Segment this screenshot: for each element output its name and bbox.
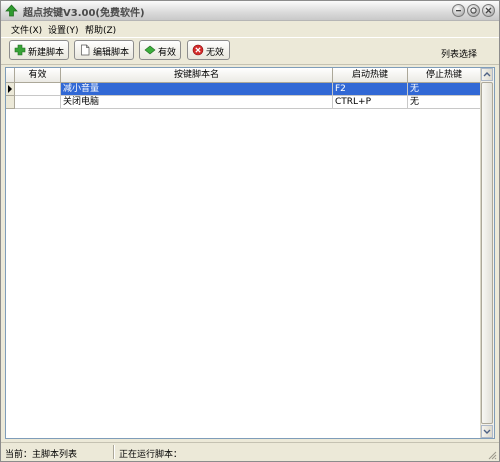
minimize-button[interactable] — [452, 4, 465, 17]
vertical-scrollbar[interactable] — [480, 68, 494, 438]
maximize-button[interactable] — [467, 4, 480, 17]
minimize-icon — [456, 10, 461, 12]
resize-grip-icon[interactable] — [487, 450, 497, 460]
cell-stop-hotkey[interactable]: 无 — [408, 96, 481, 109]
close-button[interactable] — [482, 4, 495, 17]
green-diamond-icon — [144, 45, 156, 55]
header-start-hotkey[interactable]: 启动热键 — [333, 68, 408, 82]
cell-script-name[interactable]: 减小音量 — [61, 83, 333, 96]
scroll-thumb[interactable] — [481, 82, 493, 424]
status-divider — [113, 445, 115, 459]
cell-start-hotkey[interactable]: F2 — [333, 83, 408, 96]
disable-button[interactable]: 无效 — [187, 40, 230, 60]
close-icon — [485, 7, 492, 14]
row-indicator — [6, 83, 15, 96]
cell-enabled[interactable] — [15, 83, 61, 96]
table-row[interactable]: 关闭电脑 CTRL+P 无 — [6, 96, 481, 109]
menu-help[interactable]: 帮助(Z) — [85, 23, 116, 36]
header-script-name[interactable]: 按键脚本名 — [61, 68, 333, 82]
title-bar[interactable]: 超点按键V3.00(免费软件) — [1, 1, 499, 21]
current-row-arrow-icon — [8, 85, 12, 93]
menu-bar: 文件(X) 设置(Y) 帮助(Z) — [1, 21, 499, 36]
header-enabled[interactable]: 有效 — [15, 68, 61, 82]
scroll-down-button[interactable] — [481, 425, 493, 438]
cell-stop-hotkey[interactable]: 无 — [408, 83, 481, 96]
green-plus-icon — [14, 44, 26, 56]
scroll-up-button[interactable] — [481, 68, 493, 81]
red-x-icon — [192, 44, 204, 56]
new-script-button[interactable]: 新建脚本 — [9, 40, 69, 60]
menu-file[interactable]: 文件(X) — [11, 23, 42, 36]
disable-label: 无效 — [206, 48, 225, 58]
status-running: 正在运行脚本： — [119, 450, 183, 460]
row-indicator — [6, 96, 15, 109]
cell-script-name[interactable]: 关闭电脑 — [61, 96, 333, 109]
edit-script-button[interactable]: 编辑脚本 — [74, 40, 134, 60]
enable-button[interactable]: 有效 — [139, 40, 181, 60]
status-bar: 当前：主脚本列表 正在运行脚本： — [1, 442, 499, 462]
arrow-down-icon — [483, 429, 491, 434]
header-indicator — [6, 68, 15, 82]
app-arrow-icon — [5, 4, 18, 17]
document-icon — [81, 44, 90, 56]
cell-enabled[interactable] — [15, 96, 61, 109]
header-stop-hotkey[interactable]: 停止热键 — [408, 68, 481, 82]
list-select-label[interactable]: 列表选择 — [441, 47, 477, 60]
cell-start-hotkey[interactable]: CTRL+P — [333, 96, 408, 109]
toolbar: 新建脚本 编辑脚本 有效 无效 列表选择 — [1, 37, 499, 65]
edit-script-label: 编辑脚本 — [93, 48, 130, 58]
new-script-label: 新建脚本 — [28, 48, 65, 58]
app-window: 超点按键V3.00(免费软件) 文件(X) 设置(Y) 帮助(Z) 新建脚本 编… — [0, 0, 500, 462]
status-current: 当前：主脚本列表 — [5, 450, 78, 460]
table-row[interactable]: 减小音量 F2 无 — [6, 83, 481, 96]
window-title: 超点按键V3.00(免费软件) — [23, 8, 145, 19]
enable-label: 有效 — [158, 48, 177, 58]
maximize-icon — [470, 7, 477, 14]
menu-settings[interactable]: 设置(Y) — [48, 23, 79, 36]
arrow-up-icon — [483, 72, 491, 77]
table-header: 有效 按键脚本名 启动热键 停止热键 — [6, 68, 481, 83]
script-table: 有效 按键脚本名 启动热键 停止热键 减小音量 F2 无 关闭电脑 CTRL+P… — [5, 67, 495, 439]
